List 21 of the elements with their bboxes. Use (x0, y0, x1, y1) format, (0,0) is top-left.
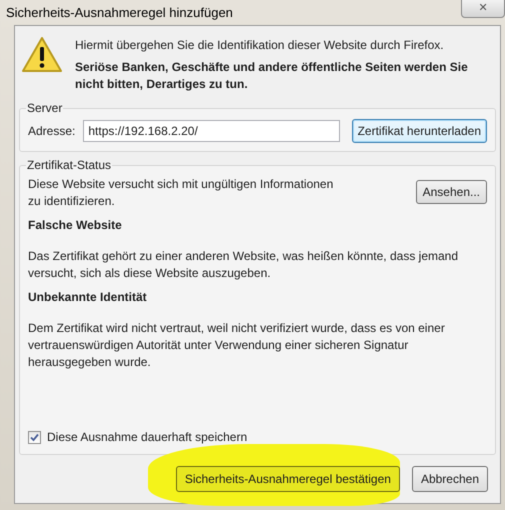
view-button[interactable]: Ansehen... (416, 180, 487, 204)
problem-heading: Unbekannte Identität (28, 289, 148, 306)
checkbox-label: Diese Ausnahme dauerhaft speichern (47, 429, 248, 446)
close-button[interactable]: ✕ (461, 0, 505, 18)
window-title: Sicherheits-Ausnahmeregel hinzufügen (6, 4, 233, 22)
warning-text: Hiermit übergehen Sie die Identifikation dieser Website durch Firefox. (75, 37, 445, 54)
group-title: Zertifikat-Status (26, 157, 112, 174)
check-icon (30, 432, 39, 442)
group-title: Server (26, 100, 64, 117)
download-certificate-button[interactable]: Zertifikat herunterladen (352, 119, 487, 143)
permanent-checkbox[interactable] (28, 430, 41, 444)
warning-emphasis: Seriöse Banken, Geschäfte und andere öffentliche Seiten werden Sie nicht bitten, Derartiges zu tun. (75, 59, 469, 93)
address-field[interactable]: https://192.168.2.20/ (83, 120, 340, 142)
problem-description: Dem Zertifikat wird nicht vertraut, weil nicht verifiziert wurde, dass es von einer vertrauenswürdigen Autorität unter Verwendung einer sicheren Signatur herausgegeben wurde. (28, 320, 446, 371)
problem-heading: Falsche Website (28, 217, 123, 234)
dialog-button[interactable]: Abbrechen (412, 466, 488, 492)
problem-description: Das Zertifikat gehört zu einer anderen Website, was heißen könnte, dass jemand versucht, sich als diese Website auszugeben. (28, 248, 460, 282)
address-label: Adresse: (28, 123, 76, 140)
status-summary: Diese Website versucht sich mit ungültigen Informationen zu identifizieren. (28, 176, 334, 210)
warning-icon (21, 36, 63, 74)
dialog-button[interactable]: Sicherheits-Ausnahmeregel bestätigen (176, 466, 400, 492)
